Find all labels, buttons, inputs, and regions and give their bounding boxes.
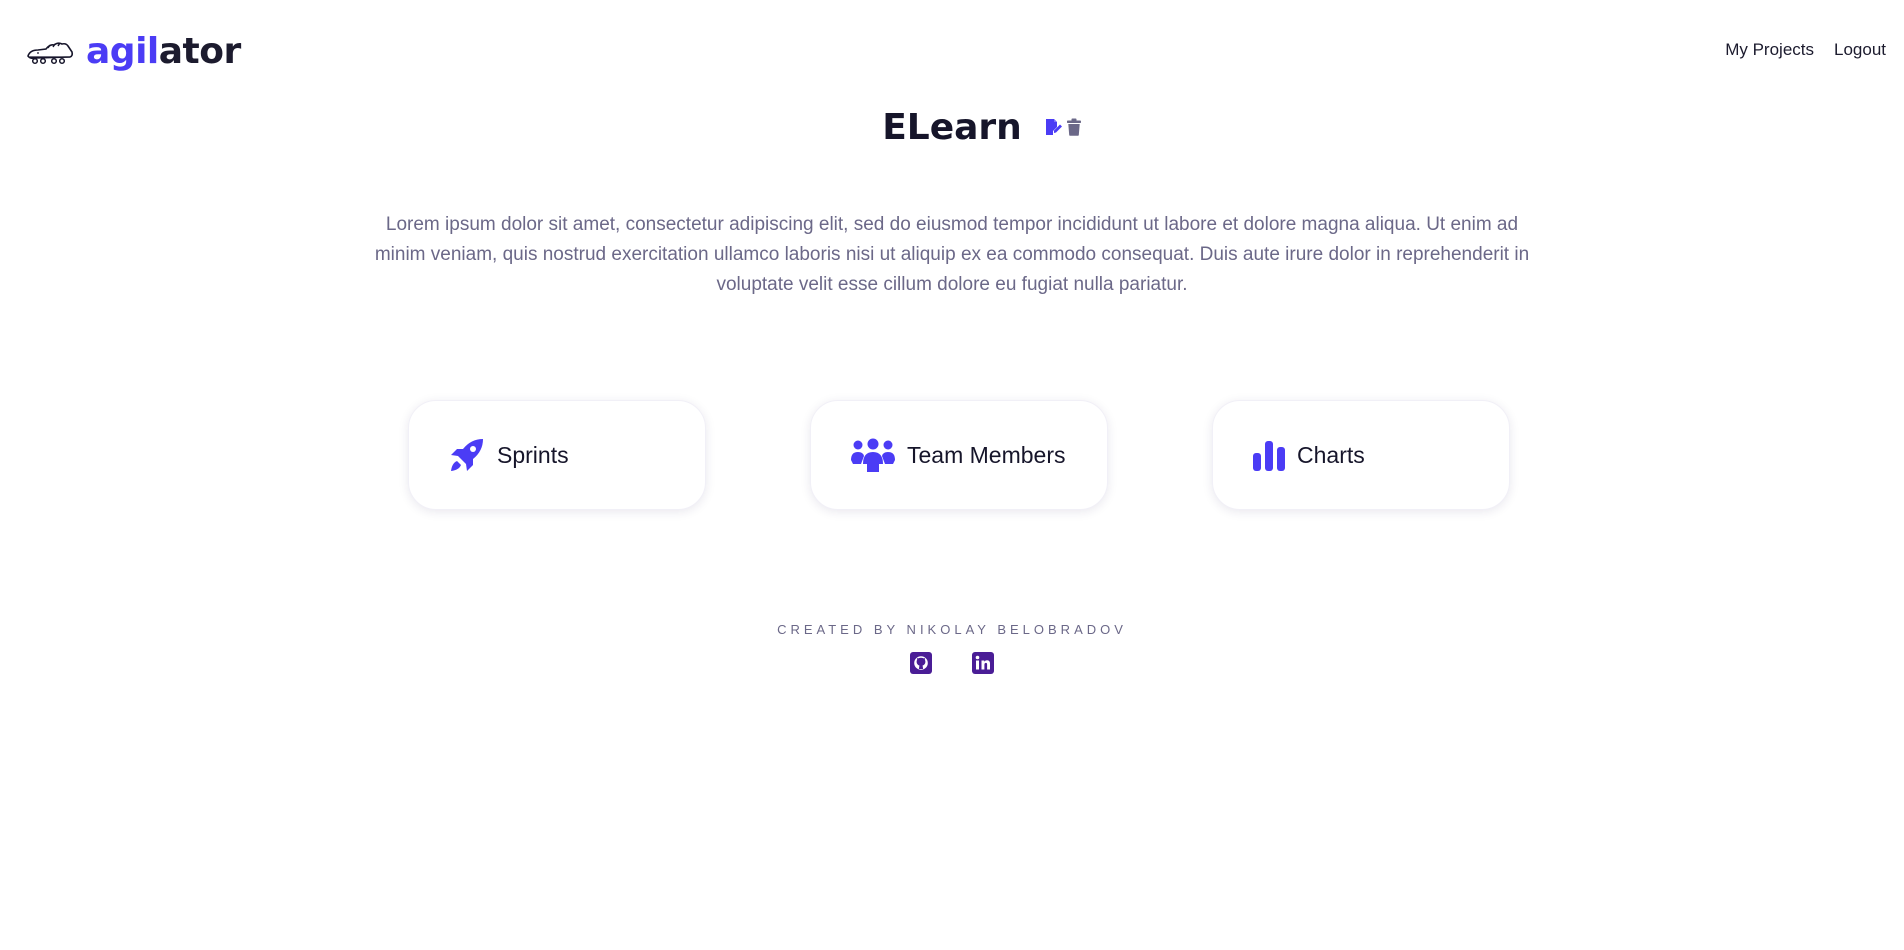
project-header: ELearn xyxy=(0,104,1904,152)
edit-icon[interactable] xyxy=(1044,118,1062,136)
title-actions xyxy=(1044,118,1083,136)
card-team-members[interactable]: Team Members xyxy=(810,400,1108,510)
footer-credit: CREATED BY NIKOLAY BELOBRADOV xyxy=(777,622,1127,637)
nav-logout[interactable]: Logout xyxy=(1834,40,1886,60)
github-icon[interactable] xyxy=(910,652,932,674)
top-nav: My Projects Logout xyxy=(1725,40,1886,60)
brand-name-rest: ator xyxy=(158,31,242,72)
site-header: agilator My Projects Logout xyxy=(0,0,1904,104)
users-icon xyxy=(851,438,895,472)
card-label: Team Members xyxy=(907,441,1066,468)
trash-icon[interactable] xyxy=(1065,118,1083,136)
card-label: Charts xyxy=(1297,441,1365,468)
brand-name: agilator xyxy=(86,28,241,76)
project-description: Lorem ipsum dolor sit amet, consectetur … xyxy=(374,214,1530,295)
brand-logo[interactable]: agilator xyxy=(26,28,241,76)
card-label: Sprints xyxy=(497,441,569,468)
brand-name-accent: agil xyxy=(86,31,159,72)
page-title: ELearn xyxy=(882,107,1022,148)
crocodile-icon xyxy=(27,42,74,65)
bar-chart-icon xyxy=(1253,441,1285,471)
social-links xyxy=(0,652,1904,674)
card-charts[interactable]: Charts xyxy=(1212,400,1510,510)
linkedin-icon[interactable] xyxy=(972,652,994,674)
title-wrap: ELearn xyxy=(882,104,1081,152)
rocket-icon xyxy=(451,439,483,471)
card-sprints[interactable]: Sprints xyxy=(408,400,706,510)
nav-my-projects[interactable]: My Projects xyxy=(1725,40,1814,60)
